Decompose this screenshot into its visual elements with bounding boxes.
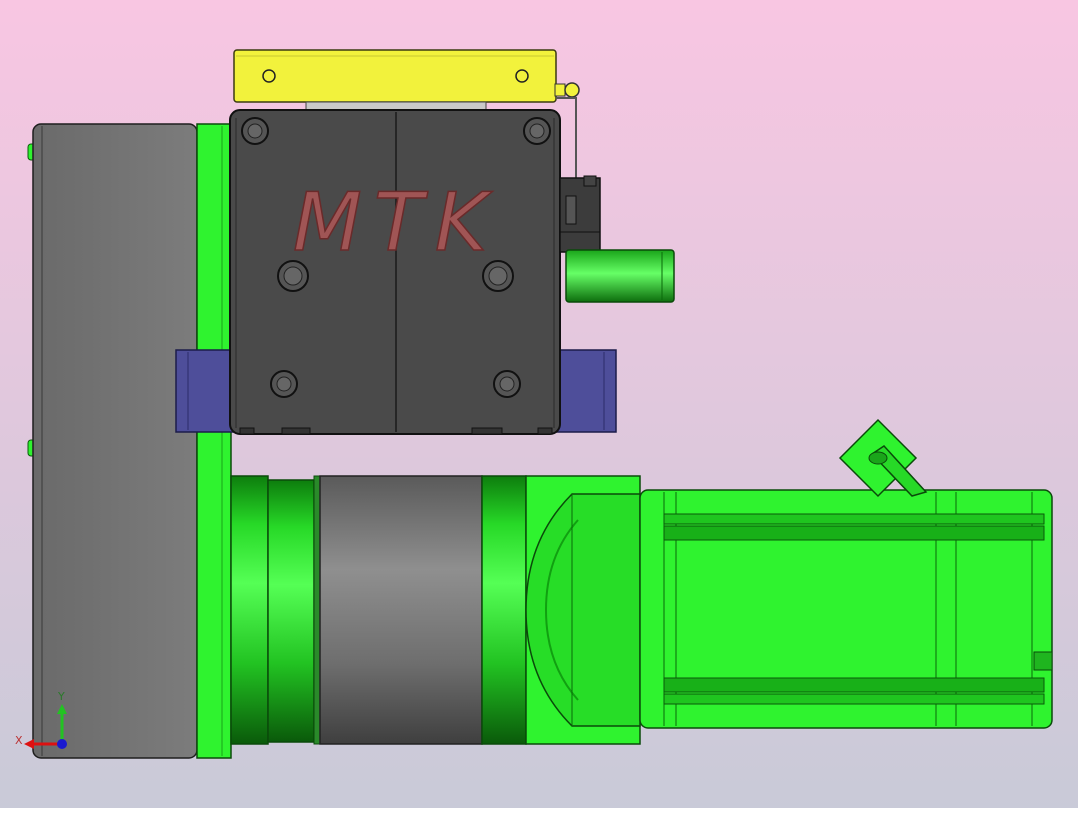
left-mounting-plate[interactable] xyxy=(27,123,198,759)
mtk-engraving: MTK xyxy=(293,176,499,269)
blue-clamp-right[interactable] xyxy=(554,349,617,433)
servo-motor[interactable] xyxy=(639,489,1053,729)
cad-3d-viewport[interactable]: MTK Y X xyxy=(0,0,1078,808)
yellow-top-bracket[interactable] xyxy=(233,49,557,111)
cad-model-view[interactable]: MTK Y X xyxy=(0,0,1078,808)
output-shaft[interactable] xyxy=(565,249,675,303)
bolt-icon xyxy=(493,370,521,398)
planetary-gearhead[interactable] xyxy=(230,475,527,745)
sensor-connector[interactable] xyxy=(559,175,601,258)
green-side-bracket[interactable] xyxy=(196,123,232,759)
gearbox-housing[interactable]: MTK xyxy=(229,109,561,435)
bolt-icon xyxy=(270,370,298,398)
bolt-icon xyxy=(241,117,269,145)
yellow-pin[interactable] xyxy=(554,82,580,98)
motor-adapter-flange[interactable] xyxy=(525,475,641,745)
bolt-icon xyxy=(523,117,551,145)
triad-y-label: Y xyxy=(57,690,65,703)
triad-x-label: X xyxy=(15,734,23,747)
blue-clamp-left[interactable] xyxy=(175,349,237,433)
